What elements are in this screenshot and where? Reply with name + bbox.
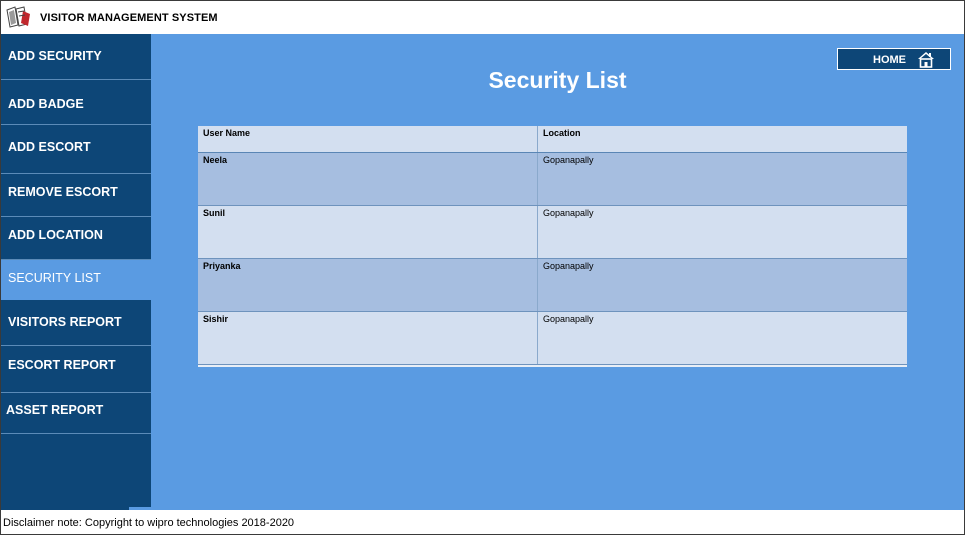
location-cell: Gopanapally — [543, 208, 594, 218]
title-bar: VISITOR MANAGEMENT SYSTEM — [1, 1, 964, 34]
home-icon — [918, 52, 934, 68]
sidebar-item-label: ESCORT REPORT — [8, 358, 116, 372]
sidebar-item-label: SECURITY LIST — [8, 271, 101, 285]
sidebar-item-label: ASSET REPORT — [6, 403, 104, 417]
user-name-cell: Sishir — [198, 312, 538, 364]
sidebar-item-add-location[interactable]: ADD LOCATION — [1, 217, 151, 260]
footer: Disclaimer note: Copyright to wipro tech… — [1, 510, 964, 534]
column-header-user-name: User Name — [198, 126, 538, 152]
disclaimer-note: Disclaimer note: Copyright to wipro tech… — [3, 517, 295, 529]
sidebar-item-label: REMOVE ESCORT — [8, 185, 118, 199]
sidebar-item-escort-report[interactable]: ESCORT REPORT — [1, 346, 151, 393]
page-title: Security List — [488, 67, 627, 93]
sidebar-item-add-security[interactable]: ADD SECURITY — [1, 34, 151, 80]
app-title: VISITOR MANAGEMENT SYSTEM — [40, 12, 218, 24]
user-name-cell: Priyanka — [198, 259, 538, 311]
sidebar-item-remove-escort[interactable]: REMOVE ESCORT — [1, 174, 151, 217]
sidebar: ADD SECURITY ADD BADGE ADD ESCORT REMOVE… — [1, 34, 151, 510]
sidebar-item-asset-report[interactable]: ASSET REPORT — [1, 393, 151, 434]
sidebar-item-label: ADD SECURITY — [8, 49, 102, 63]
sidebar-item-visitors-report[interactable]: VISITORS REPORT — [1, 300, 151, 346]
user-name-cell: Sunil — [198, 206, 538, 258]
location-cell: Gopanapally — [543, 155, 594, 165]
sidebar-item-label: ADD LOCATION — [8, 228, 103, 242]
table-row[interactable]: Priyanka Gopanapally — [198, 259, 907, 312]
security-table: User Name Location Neela Gopanapally Sun… — [198, 126, 907, 367]
sidebar-item-label: VISITORS REPORT — [8, 315, 122, 329]
table-header-row: User Name Location — [198, 126, 907, 153]
location-cell: Gopanapally — [543, 314, 594, 324]
column-header-location: Location — [543, 128, 581, 138]
location-cell: Gopanapally — [543, 261, 594, 271]
sidebar-item-label: ADD ESCORT — [8, 140, 91, 154]
table-row[interactable]: Neela Gopanapally — [198, 153, 907, 206]
home-button-label: HOME — [873, 54, 906, 66]
sidebar-item-label: ADD BADGE — [8, 97, 84, 111]
app-logo-icon — [6, 6, 30, 28]
main-panel: HOME Security List User Name Location Ne… — [151, 34, 964, 510]
table-row[interactable]: Sishir Gopanapally — [198, 312, 907, 365]
app-window: VISITOR MANAGEMENT SYSTEM ADD SECURITY A… — [0, 0, 965, 535]
sidebar-item-security-list[interactable]: SECURITY LIST — [1, 260, 151, 300]
user-name-cell: Neela — [198, 153, 538, 205]
sidebar-item-add-escort[interactable]: ADD ESCORT — [1, 125, 151, 174]
table-row[interactable]: Sunil Gopanapally — [198, 206, 907, 259]
sidebar-item-add-badge[interactable]: ADD BADGE — [1, 80, 151, 125]
